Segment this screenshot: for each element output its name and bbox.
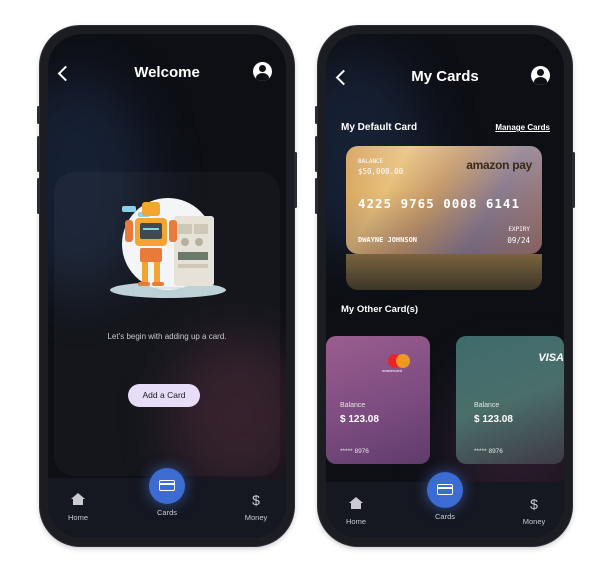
- nav-home[interactable]: Home: [48, 492, 108, 522]
- default-card-heading: My Default Card: [341, 122, 418, 133]
- nav-cards-label: Cards: [434, 512, 455, 521]
- card-balance-label: Balance: [474, 402, 500, 409]
- nav-money-label: Money: [522, 517, 546, 526]
- card-balance-label: Balance: [340, 402, 366, 409]
- welcome-screen: Welcome Let’s begin with adding up a car…: [48, 34, 286, 538]
- card-number-masked: ***** 8976: [474, 448, 503, 455]
- page-title: My Cards: [411, 68, 479, 85]
- bottom-nav: Home Cards $ Money: [326, 472, 564, 538]
- home-icon: [349, 497, 363, 509]
- top-bar: Welcome: [48, 62, 286, 92]
- home-icon: [71, 493, 85, 505]
- nav-home[interactable]: Home: [326, 496, 386, 526]
- amazon-pay-logo: amazon pay: [466, 158, 532, 172]
- side-button: [315, 136, 318, 172]
- side-button: [315, 178, 318, 214]
- side-button: [294, 152, 297, 208]
- nav-money-label: Money: [244, 513, 268, 522]
- phone-my-cards: My Cards My Default Card Manage Cards BA…: [315, 26, 575, 546]
- profile-icon[interactable]: [253, 62, 272, 81]
- nav-home-label: Home: [345, 517, 366, 526]
- card-number-masked: ***** 8976: [340, 448, 369, 455]
- card-reflection: [346, 254, 542, 290]
- profile-icon[interactable]: [531, 66, 550, 85]
- other-card-mastercard[interactable]: mastercard Balance $ 123.08 ***** 8976: [326, 336, 430, 464]
- nav-money[interactable]: $ Money: [504, 496, 564, 526]
- other-cards-heading: My Other Card(s): [341, 304, 419, 315]
- card-balance-label: BALANCE: [358, 158, 384, 165]
- page-title: Welcome: [134, 64, 200, 81]
- side-button: [37, 178, 40, 214]
- side-button: [37, 106, 40, 124]
- welcome-message: Let’s begin with adding up a card.: [107, 332, 227, 341]
- side-button: [315, 106, 318, 124]
- card-expiry-label: EXPIRY: [508, 226, 530, 233]
- mastercard-text: mastercard: [382, 368, 403, 373]
- side-button: [37, 136, 40, 172]
- robot-illustration: [110, 198, 226, 298]
- bottom-nav: Home Cards $ Money: [48, 468, 286, 538]
- nav-cards-button[interactable]: [149, 468, 185, 504]
- card-balance-value: $ 123.08: [340, 414, 379, 425]
- card-expiry-value: 09/24: [507, 236, 530, 245]
- dollar-icon: $: [252, 492, 260, 508]
- manage-cards-link[interactable]: Manage Cards: [495, 123, 550, 132]
- card-balance-value: $50,000.00: [358, 167, 404, 176]
- side-button: [572, 152, 575, 208]
- card-holder: DWAYNE JOHNSON: [358, 236, 418, 244]
- card-balance-value: $ 123.08: [474, 414, 513, 425]
- other-card-visa[interactable]: VISA Balance $ 123.08 ***** 8976: [456, 336, 564, 464]
- add-card-button[interactable]: Add a Card: [128, 384, 200, 407]
- nav-home-label: Home: [67, 513, 88, 522]
- nav-cards-button[interactable]: [427, 472, 463, 508]
- amazon-pay-text: amazon pay: [466, 158, 532, 172]
- card-icon: [437, 484, 453, 495]
- card-icon: [159, 480, 175, 491]
- phone-welcome: Welcome Let’s begin with adding up a car…: [37, 26, 297, 546]
- my-cards-screen: My Cards My Default Card Manage Cards BA…: [326, 34, 564, 538]
- card-number: 4225 9765 0008 6141: [358, 196, 520, 211]
- top-bar: My Cards: [326, 66, 564, 96]
- default-card[interactable]: BALANCE $50,000.00 amazon pay 4225 9765 …: [346, 146, 542, 254]
- visa-logo: VISA: [538, 352, 564, 364]
- nav-money[interactable]: $ Money: [226, 492, 286, 522]
- nav-cards-label: Cards: [156, 508, 177, 517]
- dollar-icon: $: [530, 496, 538, 512]
